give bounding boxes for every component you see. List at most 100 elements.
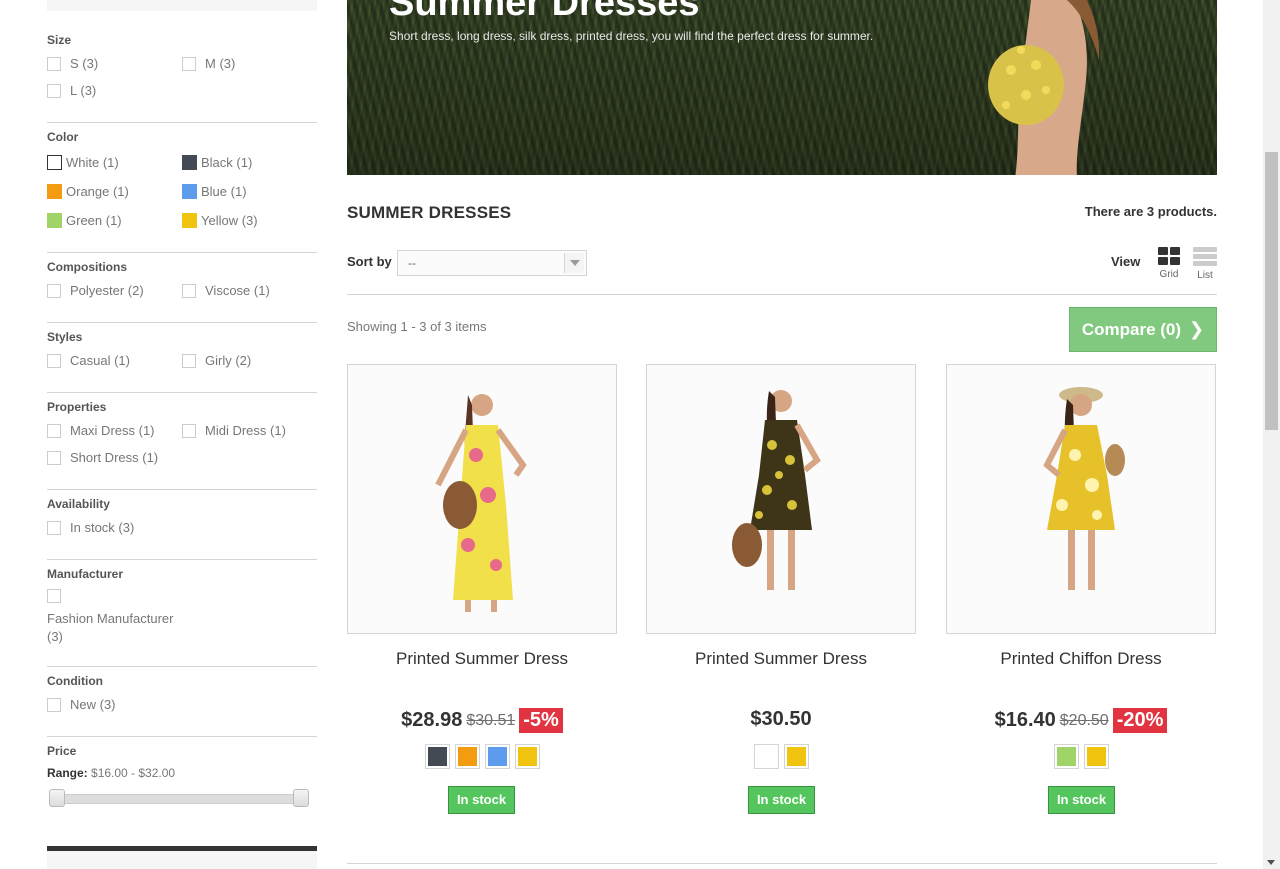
compare-button[interactable]: Compare (0) ❯ — [1069, 307, 1217, 352]
page: Size S (3) M (3) L (3) Color White (1) B… — [0, 0, 1280, 869]
scrollbar-thumb[interactable] — [1265, 152, 1278, 430]
color-swatch[interactable] — [182, 184, 197, 199]
color-option[interactable] — [1053, 744, 1079, 769]
filter-option-color-black[interactable]: Black (1) — [182, 155, 252, 170]
filter-title-availability: Availability — [47, 497, 110, 511]
sidebar-top-bar — [47, 0, 317, 11]
divider — [47, 252, 317, 253]
filter-option-new[interactable]: New (3) — [47, 697, 116, 712]
stock-badge: In stock — [448, 786, 515, 814]
checkbox[interactable] — [47, 697, 61, 712]
price-slider-min-handle[interactable] — [49, 789, 65, 807]
filter-option-casual[interactable]: Casual (1) — [47, 353, 130, 368]
filter-option-size-m[interactable]: M (3) — [182, 56, 235, 71]
filter-option-color-orange[interactable]: Orange (1) — [47, 184, 129, 199]
product-image[interactable] — [347, 364, 617, 634]
filter-option-in-stock[interactable]: In stock (3) — [47, 520, 134, 535]
filter-title-price: Price — [47, 744, 77, 758]
checkbox[interactable] — [47, 283, 61, 298]
divider — [347, 294, 1217, 295]
color-option[interactable] — [1083, 744, 1109, 769]
filter-option-color-green[interactable]: Green (1) — [47, 213, 122, 228]
checkbox[interactable] — [47, 450, 61, 465]
checkbox[interactable] — [182, 56, 196, 71]
color-swatch[interactable] — [47, 213, 62, 228]
divider — [47, 122, 317, 123]
divider — [47, 559, 317, 560]
category-heading: SUMMER DRESSES — [347, 203, 512, 222]
product-name[interactable]: Printed Summer Dress — [347, 649, 617, 669]
price-row: $16.40 $20.50 -20% — [946, 708, 1216, 733]
view-label: View — [1111, 254, 1141, 269]
filter-option-viscose[interactable]: Viscose (1) — [182, 283, 270, 298]
filter-option-fashion-manufacturer[interactable]: Fashion Manufacturer (3) — [47, 610, 173, 646]
product-count: There are 3 products. — [1084, 204, 1217, 219]
product-price: $30.50 — [750, 708, 812, 730]
banner-model-image — [988, 0, 1100, 175]
product-image[interactable] — [946, 364, 1216, 634]
discount-badge: -20% — [1112, 708, 1168, 733]
checkbox[interactable] — [47, 423, 61, 438]
checkbox[interactable] — [182, 353, 196, 368]
filter-option-maxi-dress[interactable]: Maxi Dress (1) — [47, 423, 155, 438]
filter-option-polyester[interactable]: Polyester (2) — [47, 283, 144, 298]
divider — [47, 322, 317, 323]
checkbox[interactable] — [182, 283, 196, 298]
color-option[interactable] — [753, 744, 779, 769]
filter-option-color-blue[interactable]: Blue (1) — [182, 184, 247, 199]
chevron-right-icon: ❯ — [1189, 319, 1205, 339]
color-swatch[interactable] — [182, 155, 197, 170]
page-scrollbar[interactable] — [1263, 0, 1280, 869]
checkbox[interactable] — [47, 520, 61, 535]
checkbox[interactable] — [47, 83, 61, 98]
filter-option-size-s[interactable]: S (3) — [47, 56, 98, 71]
sort-label: Sort by — [347, 254, 392, 269]
price-slider-track[interactable] — [50, 794, 308, 804]
checkbox[interactable] — [47, 353, 61, 368]
color-option[interactable] — [424, 744, 450, 769]
scroll-down-icon[interactable] — [1267, 860, 1275, 865]
grid-view-button[interactable]: Grid — [1155, 247, 1183, 280]
divider — [47, 736, 317, 737]
category-banner: Summer Dresses Short dress, long dress, … — [347, 0, 1217, 175]
filter-option-girly[interactable]: Girly (2) — [182, 353, 251, 368]
color-option[interactable] — [514, 744, 540, 769]
old-price: $20.50 — [1059, 711, 1109, 729]
product-name[interactable]: Printed Chiffon Dress — [946, 649, 1216, 669]
filter-option-size-l[interactable]: L (3) — [47, 83, 96, 98]
product-image[interactable] — [646, 364, 916, 634]
filter-option-midi-dress[interactable]: Midi Dress (1) — [182, 423, 286, 438]
list-view-button[interactable]: List — [1191, 247, 1219, 281]
filter-title-properties: Properties — [47, 400, 107, 414]
price-slider-max-handle[interactable] — [293, 789, 309, 807]
checkbox[interactable] — [182, 423, 196, 438]
color-swatch[interactable] — [182, 213, 197, 228]
banner-subtitle: Short dress, long dress, silk dress, pri… — [389, 29, 874, 43]
showing-items-text: Showing 1 - 3 of 3 items — [347, 319, 487, 334]
color-swatch[interactable] — [47, 184, 62, 199]
stock-badge: In stock — [1048, 786, 1115, 814]
filter-title-styles: Styles — [47, 330, 83, 344]
color-option[interactable] — [454, 744, 480, 769]
sort-select[interactable]: -- — [397, 250, 587, 276]
divider — [47, 489, 317, 490]
checkbox[interactable] — [47, 56, 61, 71]
divider — [47, 392, 317, 393]
product-name[interactable]: Printed Summer Dress — [646, 649, 916, 669]
color-options — [946, 744, 1216, 769]
grid-icon — [1158, 247, 1180, 265]
filter-option-short-dress[interactable]: Short Dress (1) — [47, 450, 158, 465]
color-option[interactable] — [783, 744, 809, 769]
divider — [347, 863, 1217, 864]
stock-badge: In stock — [748, 786, 815, 814]
filter-title-condition: Condition — [47, 674, 103, 688]
old-price: $30.51 — [466, 711, 516, 729]
dress-photo — [947, 365, 1215, 633]
color-options — [347, 744, 617, 769]
banner-title: Summer Dresses — [389, 0, 700, 24]
filter-option-color-white[interactable]: White (1) — [47, 155, 119, 170]
filter-option-color-yellow[interactable]: Yellow (3) — [182, 213, 258, 228]
color-swatch[interactable] — [47, 155, 62, 170]
checkbox[interactable] — [47, 589, 61, 603]
color-option[interactable] — [484, 744, 510, 769]
